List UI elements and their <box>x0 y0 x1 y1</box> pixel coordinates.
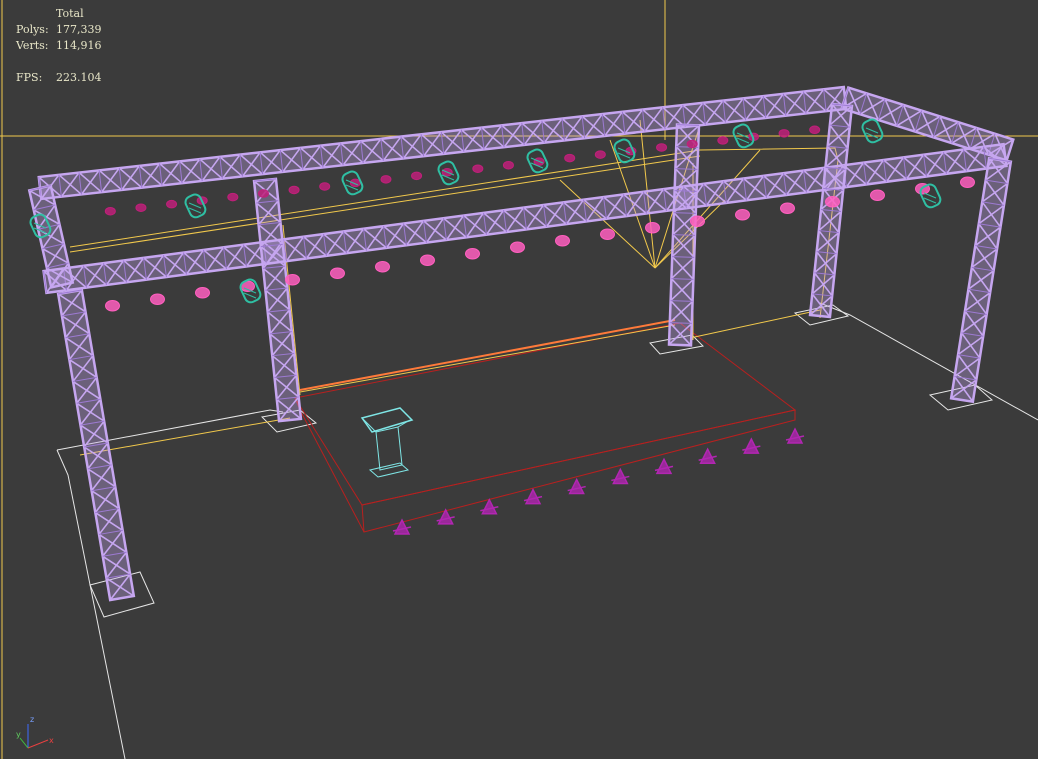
moving-head-lights-fin <box>923 197 937 204</box>
axis-tripod: z x y <box>16 715 54 749</box>
back-par-lights-lamp <box>594 150 606 159</box>
podium-top <box>360 407 414 433</box>
stats-verts-row: Verts: 114,916 <box>16 38 102 54</box>
floor-light <box>743 437 760 454</box>
back-par-lights-lamp <box>717 136 729 145</box>
moving-head-lights-fin <box>923 192 937 199</box>
back-par-lights-lamp <box>502 160 514 170</box>
floor-light <box>612 467 629 485</box>
x-axis-line <box>27 739 49 749</box>
truss-post-front-right <box>949 156 1013 404</box>
y-axis-line <box>19 737 29 749</box>
front-par-lights-lamp <box>690 215 705 227</box>
moving-head-lights-fin <box>188 207 202 214</box>
truss-post-front-left <box>56 288 136 602</box>
floor-light <box>655 457 673 475</box>
z-axis-label: z <box>30 715 34 724</box>
front-par-lights-lamp <box>780 202 795 214</box>
back-par-lights-lamp <box>288 185 300 195</box>
front-par-lights-lamp <box>465 248 480 260</box>
scene-canvas[interactable]: z x y <box>0 0 1038 759</box>
floor-light <box>481 498 498 515</box>
stage-top <box>294 322 797 506</box>
front-par-lights-lamp <box>600 228 615 240</box>
moving-head-lights-fin <box>736 137 750 144</box>
front-par-lights-lamp <box>285 274 300 286</box>
truss-post-back-mid <box>667 123 701 347</box>
back-par-lights-lamp <box>411 171 423 181</box>
back-par-lights-lamp <box>778 129 790 138</box>
front-par-lights-lamp <box>825 196 840 208</box>
front-par-lights-lamp <box>195 287 210 299</box>
podium-edge <box>361 417 377 433</box>
back-par-lights-lamp <box>319 182 331 191</box>
stats-polys-label: Polys: <box>16 23 49 36</box>
front-par-lights-lamp <box>735 209 750 221</box>
front-par-lights-lamp <box>960 176 975 188</box>
back-par-lights-lamp <box>472 164 484 173</box>
x-axis-label: x <box>49 736 54 745</box>
3d-viewport[interactable]: z x y Total Polys: 177,339 Verts: 114,916 FP… <box>0 0 1038 759</box>
back-par-lights-lamp <box>656 143 668 152</box>
floor-light <box>524 487 542 505</box>
stage-left <box>294 397 365 533</box>
stats-fps-row: FPS: 223.104 <box>16 70 102 86</box>
back-par-lights-lamp <box>104 206 116 216</box>
front-par-lights-lamp <box>330 267 345 279</box>
floor-light <box>393 518 411 535</box>
backdrop-bottom-right <box>689 309 821 339</box>
y-axis-label: y <box>16 730 21 739</box>
back-par-lights-lamp <box>809 125 821 135</box>
back-par-lights-lamp <box>135 203 147 212</box>
stats-fps-label: FPS: <box>16 71 43 84</box>
grid-right-edge <box>819 302 1038 421</box>
back-par-lights-lamp <box>380 175 392 184</box>
moving-head-lights-fin <box>865 127 879 134</box>
front-par-lights-lamp <box>420 254 435 266</box>
ground-grid <box>56 302 1038 759</box>
truss-left-beam <box>27 184 75 289</box>
front-par-lights-lamp <box>645 222 660 234</box>
front-par-lights-lamp <box>105 300 120 312</box>
back-par-lights-lamp <box>564 153 576 163</box>
front-par-lights-lamp <box>510 241 525 253</box>
back-par-lights-lamp <box>227 192 239 202</box>
back-par-lights-lamp <box>257 189 269 198</box>
stage-back-edge <box>299 319 676 391</box>
floor-lights <box>392 427 805 535</box>
front-par-lights-lamp <box>150 293 165 305</box>
back-par-lights-lamp <box>686 139 698 149</box>
floor-light <box>699 447 716 464</box>
podium <box>360 407 414 478</box>
stage-front <box>361 409 796 533</box>
moving-head-lights-fin <box>243 292 257 299</box>
stats-fps-value: 223.104 <box>56 71 102 84</box>
floor-light <box>568 477 585 495</box>
truss-post-back-left <box>252 177 303 423</box>
front-par-lights-lamp <box>375 261 390 273</box>
backdrop-bottom-left <box>79 417 291 456</box>
stats-polys-value: 177,339 <box>56 23 102 36</box>
statistics-overlay: Total Polys: 177,339 Verts: 114,916 FPS: 22… <box>16 6 102 86</box>
backdrop-bottom-mid <box>299 324 676 393</box>
stats-verts-value: 114,916 <box>56 39 102 52</box>
front-par-lights-lamp <box>555 235 570 247</box>
back-par-lights-lamp <box>166 199 178 209</box>
floor-light <box>786 427 804 444</box>
stats-total-label: Total <box>56 7 84 20</box>
front-par-lights-lamp <box>870 189 885 201</box>
stats-polys-row: Polys: 177,339 <box>16 22 102 38</box>
stats-verts-label: Verts: <box>16 39 49 52</box>
